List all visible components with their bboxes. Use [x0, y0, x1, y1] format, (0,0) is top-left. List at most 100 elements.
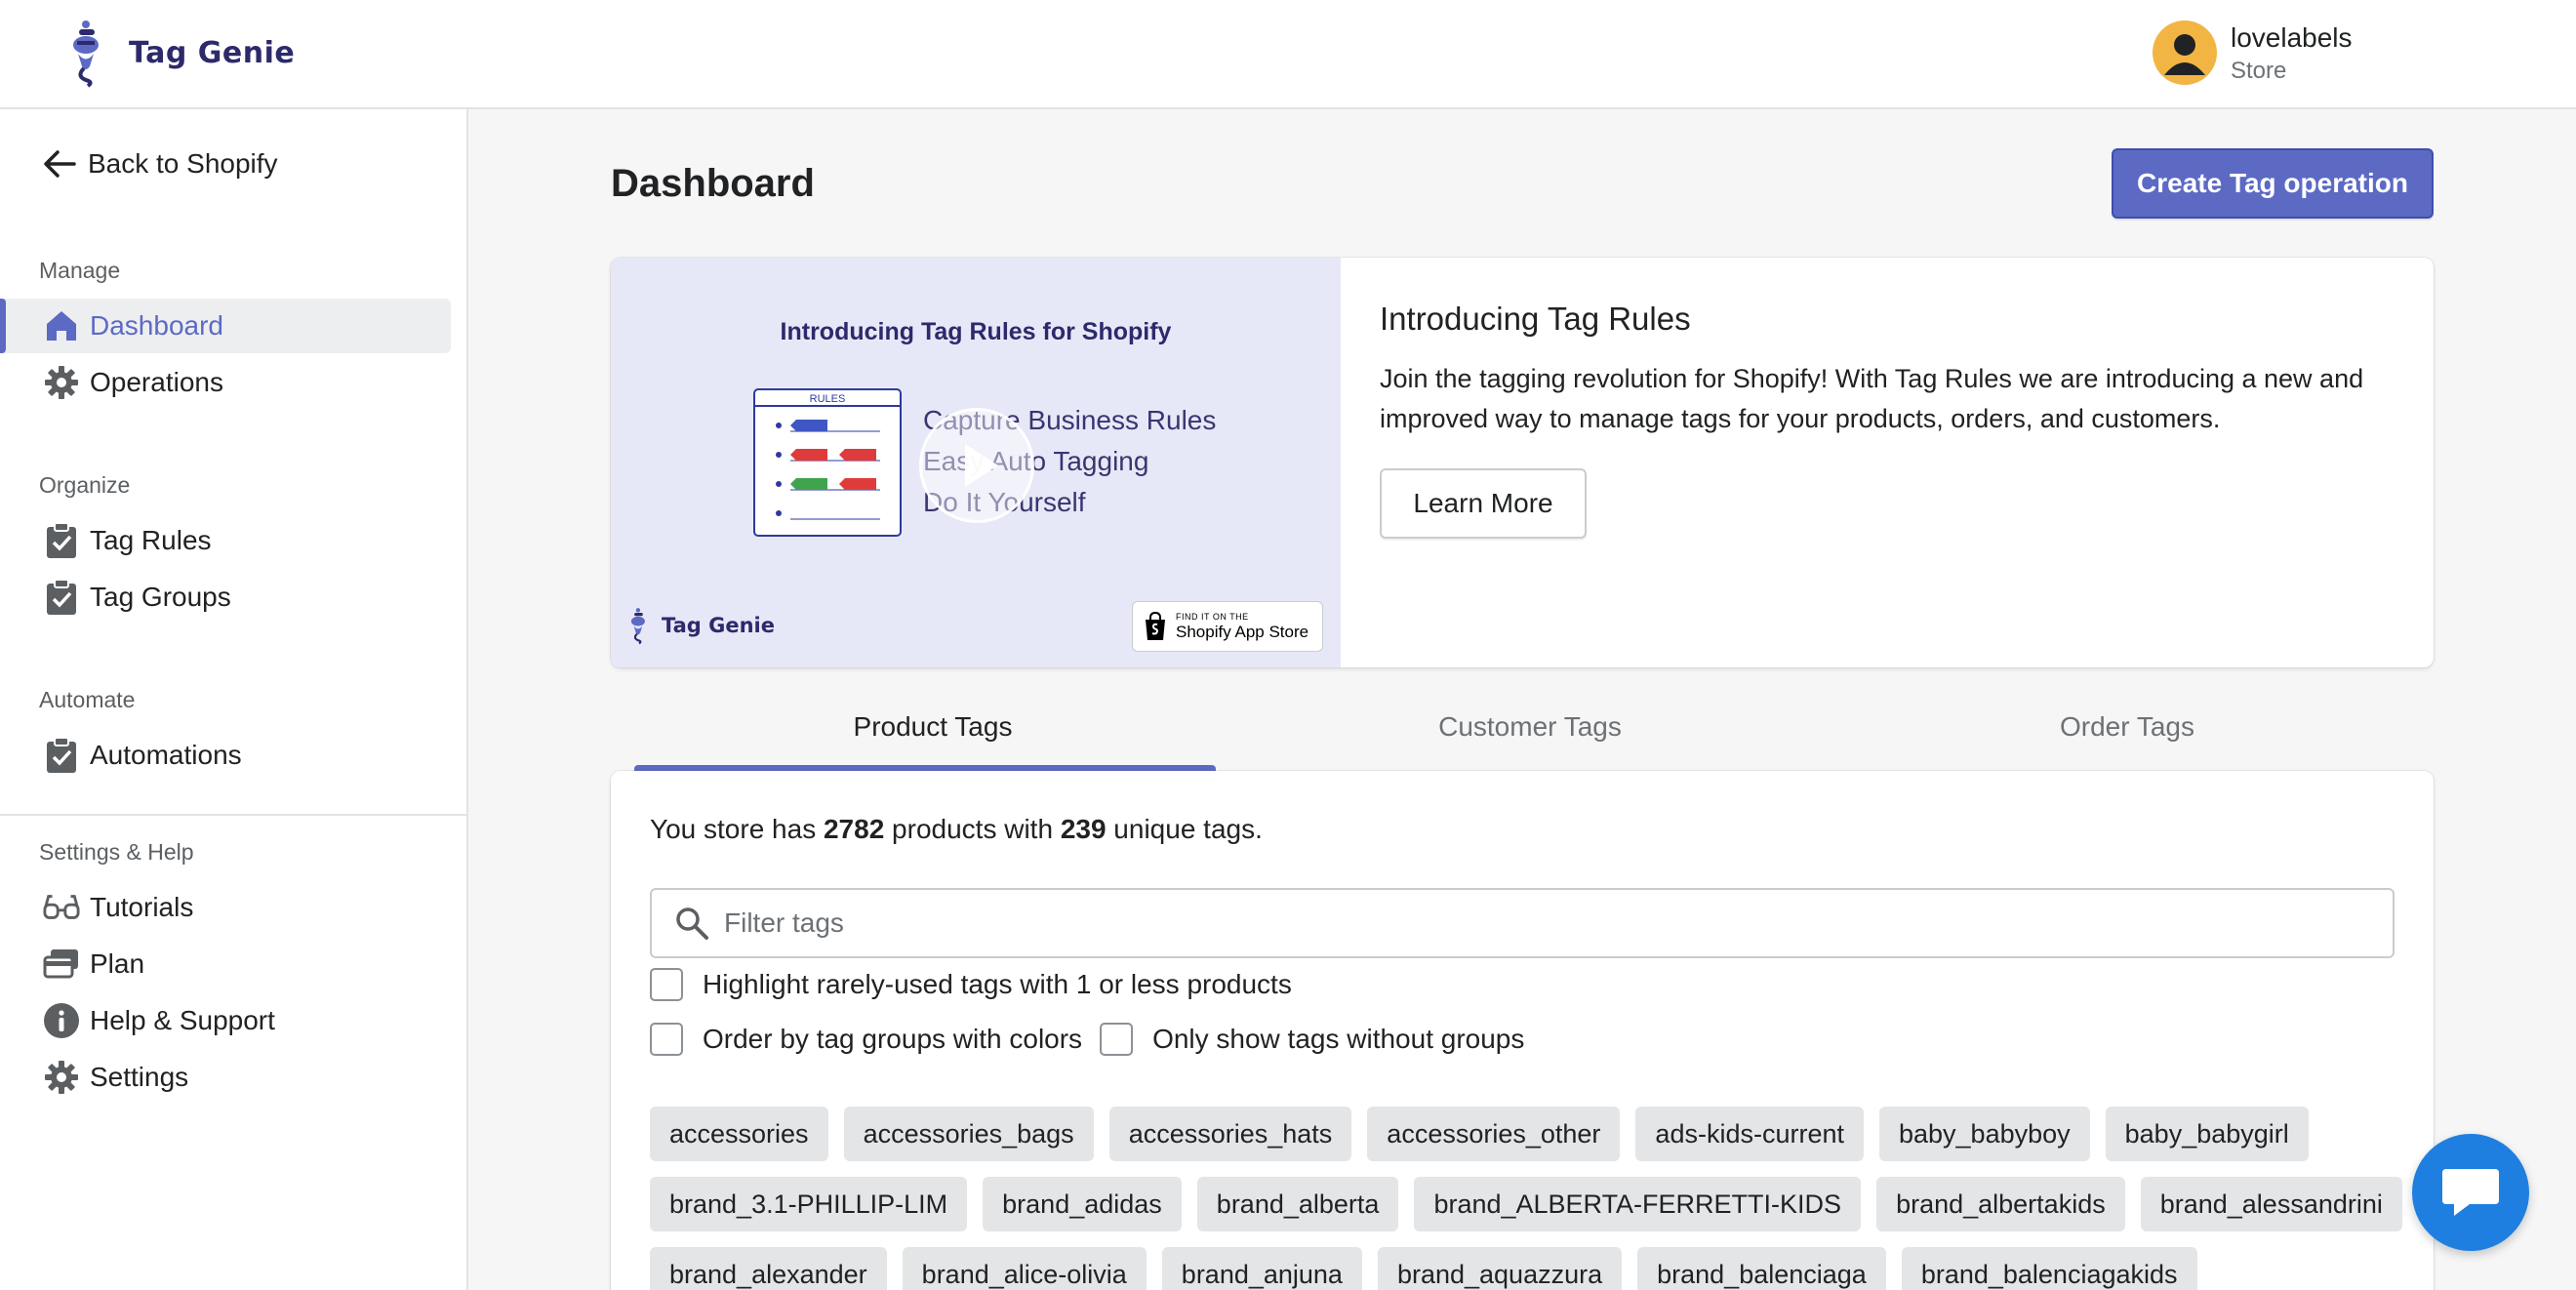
shopping-bag-icon [1146, 612, 1165, 640]
play-button[interactable] [919, 408, 1034, 523]
tag-chip[interactable]: baby_babyboy [1878, 1107, 2090, 1161]
tags-panel: You store has 2782 products with 239 uni… [611, 771, 2434, 1290]
sidebar-item-operations[interactable]: Operations [0, 355, 451, 410]
tab-product-tags[interactable]: Product Tags [634, 683, 1231, 771]
create-tag-operation-button[interactable]: Create Tag operation [2112, 148, 2434, 219]
tag-chip[interactable]: accessories_hats [1108, 1107, 1352, 1161]
tag-chip[interactable]: brand_balenciaga [1637, 1247, 1886, 1290]
sidebar-item-label: Operations [90, 367, 223, 397]
clipboard-check-icon [43, 579, 80, 616]
tab-order-tags[interactable]: Order Tags [1829, 683, 2426, 771]
tag-chip[interactable]: brand_ALBERTA-FERRETTI-KIDS [1414, 1177, 1862, 1231]
badge-small-text: FIND IT ON THE [1176, 611, 1249, 622]
tag-chip[interactable]: brand_albertakids [1876, 1177, 2125, 1231]
promo-video[interactable]: Introducing Tag Rules for Shopify RULES … [611, 258, 1341, 667]
clipboard-check-icon [43, 737, 80, 774]
video-brand-name: Tag Genie [662, 614, 776, 637]
tag-chip[interactable]: brand_alexander [650, 1247, 887, 1290]
brand-name: Tag Genie [129, 35, 296, 70]
promo-card: Introducing Tag Rules for Shopify RULES … [611, 258, 2434, 667]
tag-chip[interactable]: brand_alessandrini [2140, 1177, 2402, 1231]
sidebar-item-settings[interactable]: Settings [0, 1050, 451, 1105]
back-to-shopify-link[interactable]: Back to Shopify [43, 148, 278, 180]
play-icon [965, 444, 998, 487]
chat-icon [2442, 1169, 2499, 1216]
sidebar-item-plan[interactable]: Plan [0, 937, 451, 991]
sidebar-item-help-support[interactable]: Help & Support [0, 993, 451, 1048]
sidebar-item-tag-groups[interactable]: Tag Groups [0, 570, 451, 625]
section-title-organize: Organize [39, 472, 131, 498]
avatar [2153, 20, 2217, 85]
home-icon [43, 307, 80, 344]
sidebar-item-label: Tag Rules [90, 525, 212, 555]
gear-icon [43, 1059, 80, 1096]
tag-chip[interactable]: ads-kids-current [1635, 1107, 1864, 1161]
sidebar-item-label: Settings [90, 1062, 189, 1092]
tab-customer-tags[interactable]: Customer Tags [1231, 683, 1829, 771]
user-avatar-icon [2164, 34, 2205, 75]
tag-chip[interactable]: accessories_other [1367, 1107, 1621, 1161]
tag-chip[interactable]: brand_alice-olivia [902, 1247, 1147, 1290]
checkbox-box[interactable] [1100, 1023, 1134, 1056]
top-bar: Tag Genie lovelabels Store [0, 0, 2576, 109]
highlight-rare-tags-checkbox[interactable]: Highlight rarely-used tags with 1 or les… [650, 968, 1292, 1001]
only-ungrouped-tags-checkbox[interactable]: Only show tags without groups [1100, 1023, 1524, 1056]
genie-logo-icon [630, 608, 645, 645]
section-title-manage: Manage [39, 258, 121, 283]
filter-tags-input[interactable] [724, 907, 2363, 939]
tag-chip[interactable]: brand_anjuna [1161, 1247, 1362, 1290]
sidebar-item-label: Tag Groups [90, 582, 231, 612]
page-title: Dashboard [611, 162, 815, 205]
learn-more-button[interactable]: Learn More [1380, 468, 1587, 539]
filter-field[interactable] [650, 888, 2395, 958]
tag-chip[interactable]: baby_babygirl [2105, 1107, 2309, 1161]
tag-type-tabs: Product Tags Customer Tags Order Tags [634, 683, 2426, 771]
sidebar: Back to Shopify Manage Dashboard Operati… [0, 109, 468, 1290]
tag-chip[interactable]: accessories_bags [843, 1107, 1094, 1161]
checkbox-row: Highlight rarely-used tags with 1 or les… [650, 968, 1309, 1001]
sidebar-item-label: Tutorials [90, 892, 194, 922]
unique-tags-count: 239 [1060, 814, 1107, 844]
credit-card-icon [43, 946, 80, 983]
sidebar-item-tutorials[interactable]: Tutorials [0, 880, 451, 935]
chat-button[interactable] [2412, 1134, 2529, 1251]
section-title-settings-help: Settings & Help [39, 839, 194, 865]
rules-document-icon: RULES [753, 388, 902, 537]
tag-chip[interactable]: brand_aquazzura [1377, 1247, 1623, 1290]
promo-body: Introducing Tag Rules Join the tagging r… [1380, 301, 2404, 539]
tag-chip[interactable]: brand_balenciagakids [1901, 1247, 2197, 1290]
sidebar-item-label: Plan [90, 948, 145, 979]
badge-big-text: Shopify App Store [1176, 622, 1309, 641]
sidebar-item-label: Automations [90, 740, 242, 770]
promo-text: Join the tagging revolution for Shopify!… [1380, 364, 2364, 433]
tag-chip[interactable]: accessories [650, 1107, 828, 1161]
tag-chip[interactable]: brand_alberta [1196, 1177, 1399, 1231]
genie-logo-icon [73, 20, 99, 88]
user-role: Store [2231, 58, 2287, 84]
user-menu[interactable]: lovelabels Store [2153, 20, 2353, 86]
checkbox-box[interactable] [650, 1023, 683, 1056]
shopify-app-store-badge[interactable]: FIND IT ON THE Shopify App Store [1132, 601, 1323, 652]
info-icon [43, 1002, 80, 1039]
sidebar-divider [0, 814, 466, 816]
section-title-automate: Automate [39, 687, 136, 712]
checkbox-row: Order by tag groups with colors Only sho… [650, 1023, 1542, 1056]
sidebar-item-dashboard[interactable]: Dashboard [0, 299, 451, 353]
sidebar-item-label: Dashboard [90, 310, 223, 341]
user-name: lovelabels [2231, 22, 2353, 53]
gear-icon [43, 364, 80, 401]
glasses-icon [43, 889, 80, 926]
video-brand: Tag Genie [626, 601, 775, 650]
tag-chip[interactable]: brand_3.1-PHILLIP-LIM [650, 1177, 968, 1231]
sidebar-item-tag-rules[interactable]: Tag Rules [0, 513, 451, 568]
video-title: Introducing Tag Rules for Shopify [780, 318, 1172, 345]
checkbox-box[interactable] [650, 968, 683, 1001]
sidebar-item-label: Help & Support [90, 1005, 275, 1035]
brand[interactable]: Tag Genie [64, 18, 295, 88]
products-count: 2782 [823, 814, 885, 844]
tag-chip[interactable]: brand_adidas [983, 1177, 1182, 1231]
search-icon [676, 907, 708, 940]
tag-list: accessories accessories_bags accessories_h… [650, 1107, 2426, 1290]
sidebar-item-automations[interactable]: Automations [0, 728, 451, 783]
order-by-groups-checkbox[interactable]: Order by tag groups with colors [650, 1023, 1082, 1056]
